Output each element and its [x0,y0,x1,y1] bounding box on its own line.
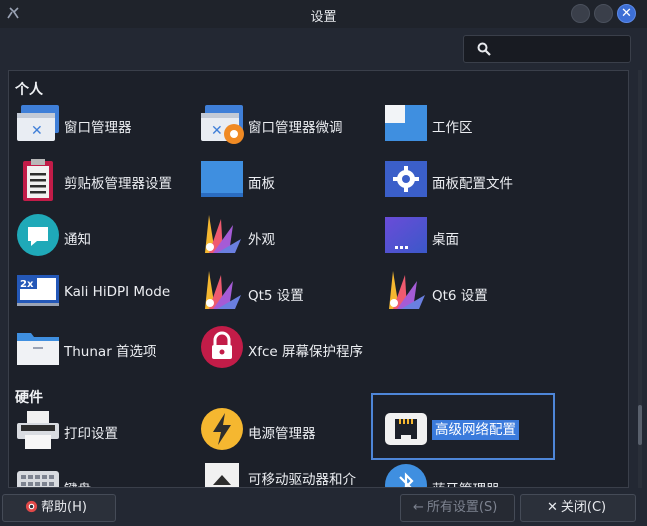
power-icon [201,408,243,450]
qt5-settings-icon [205,271,241,309]
item-keyboard[interactable]: 键盘 [15,463,197,487]
item-qt5-settings[interactable]: Qt5 设置 [199,269,381,317]
item-desktop[interactable]: 桌面 [383,213,565,261]
help-lifebuoy-icon [25,495,38,521]
button-bar: 帮助(H) ← 所有设置(S) ✕ 关闭(C) [0,494,647,526]
printer-icon [17,411,59,449]
clipboard-icon [23,159,53,201]
workspaces-icon [385,105,427,141]
panel-profiles-icon [385,161,427,197]
title-bar: 设置 ✕ [0,0,647,28]
svg-text:✕: ✕ [211,123,223,139]
section-hardware: 硬件 [15,390,43,406]
window-manager-icon: ✕ [17,105,59,141]
svg-text:2x: 2x [20,279,34,290]
section-personal: 个人 [15,82,43,98]
item-thunar-prefs[interactable]: Thunar 首选项 [15,325,197,373]
help-button[interactable]: 帮助(H) [2,494,116,522]
all-settings-button[interactable]: ← 所有设置(S) [400,494,515,522]
item-workspaces[interactable]: 工作区 [383,101,565,149]
bluetooth-icon [385,464,427,487]
qt6-settings-icon [389,271,425,309]
desktop-icon [385,217,427,253]
notifications-icon [17,214,59,256]
item-clipboard-manager[interactable]: 剪贴板管理器设置 [15,157,197,205]
search-input[interactable] [500,39,628,61]
scrollbar-thumb[interactable] [638,405,642,445]
item-notifications[interactable]: 通知 [15,213,197,261]
window-title: 设置 [310,10,337,25]
item-screensaver[interactable]: Xfce 屏幕保护程序 [199,325,381,373]
item-printing[interactable]: 打印设置 [15,407,197,455]
item-qt6-settings[interactable]: Qt6 设置 [383,269,565,317]
lock-icon [201,326,243,368]
appearance-icon [205,215,241,253]
svg-text:✕: ✕ [31,123,43,139]
search-box[interactable] [463,35,631,63]
settings-grid: 个人 ✕ 窗口管理器 ✕ 窗口管理器微调 工作区 剪贴板管理器设置 面板 面板配… [8,70,629,488]
selection-highlight [371,393,555,460]
item-window-manager[interactable]: ✕ 窗口管理器 [15,101,197,149]
item-power-manager[interactable]: 电源管理器 [199,407,381,455]
search-icon [477,42,491,56]
item-panel-profiles[interactable]: 面板配置文件 [383,157,565,205]
item-appearance[interactable]: 外观 [199,213,381,261]
window-manager-tweaks-icon: ✕ [201,105,244,144]
folder-icon [17,333,59,365]
back-arrow-icon: ← [413,500,424,515]
close-icon: ✕ [621,6,632,21]
item-kali-hidpi[interactable]: 2x Kali HiDPI Mode [15,269,197,317]
minimize-button[interactable] [571,4,590,23]
item-removable-drives[interactable]: 可移动驱动器和介 [199,463,381,487]
hidpi-icon: 2x [17,275,59,306]
close-button[interactable]: ✕ 关闭(C) [520,494,636,522]
maximize-button[interactable] [594,4,613,23]
close-icon: ✕ [547,500,558,515]
close-window-button[interactable]: ✕ [617,4,636,23]
panel-icon [201,161,243,197]
item-panel[interactable]: 面板 [199,157,381,205]
item-window-manager-tweaks[interactable]: ✕ 窗口管理器微调 [199,101,381,149]
eject-icon [205,463,239,487]
item-bluetooth[interactable]: 蓝牙管理器 [383,463,565,487]
keyboard-icon [17,471,59,487]
